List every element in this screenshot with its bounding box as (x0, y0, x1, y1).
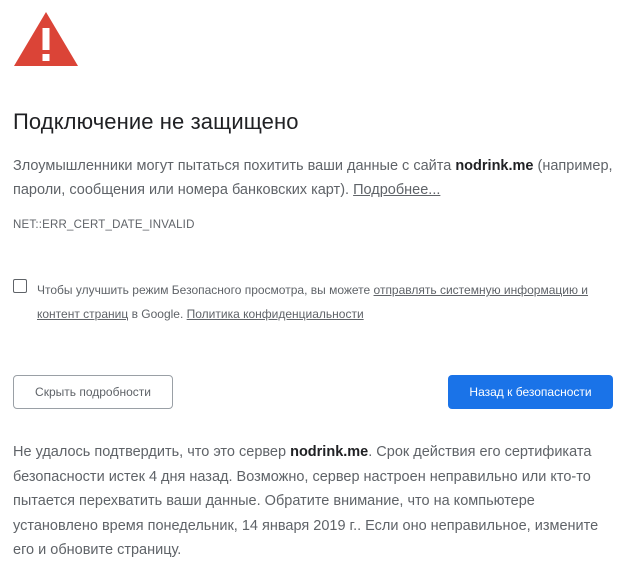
privacy-policy-link[interactable]: Политика конфиденциальности (187, 307, 364, 321)
sb-text-middle: в Google. (128, 307, 187, 321)
safe-browsing-text: Чтобы улучшить режим Безопасного просмот… (37, 278, 613, 326)
warning-triangle-icon (12, 10, 80, 68)
safe-browsing-checkbox[interactable] (13, 279, 27, 293)
details-host-name: nodrink.me (290, 444, 369, 460)
learn-more-link[interactable]: Подробнее... (353, 182, 440, 198)
hide-details-button[interactable]: Скрыть подробности (13, 375, 173, 409)
back-to-safety-button[interactable]: Назад к безопасности (448, 375, 613, 409)
details-text: Не удалось подтвердить, что это сервер n… (13, 440, 619, 563)
main-text-before: Злоумышленники могут пытаться похитить в… (13, 158, 456, 174)
details-text-after: . Срок действия его сертификата безопасн… (13, 444, 599, 558)
details-text-before: Не удалось подтвердить, что это сервер (13, 444, 291, 460)
sb-text-before: Чтобы улучшить режим Безопасного просмот… (37, 283, 374, 297)
safe-browsing-optin: Чтобы улучшить режим Безопасного просмот… (13, 278, 613, 326)
error-code: NET::ERR_CERT_DATE_INVALID (13, 219, 195, 231)
page-title: Подключение не защищено (13, 109, 299, 134)
main-message: Злоумышленники могут пытаться похитить в… (13, 154, 613, 202)
host-name: nodrink.me (455, 158, 534, 174)
